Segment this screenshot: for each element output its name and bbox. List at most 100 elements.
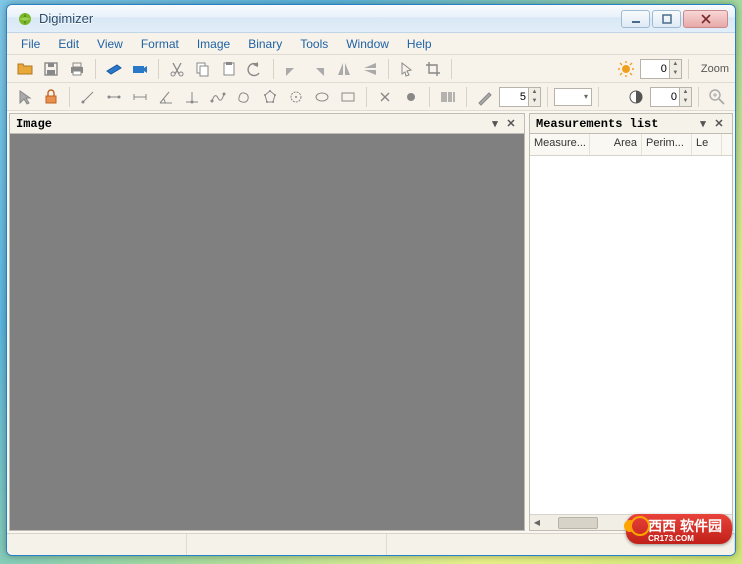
lock-button[interactable] [39,85,63,109]
line-width-spinner[interactable]: 5 ▲▼ [499,87,541,107]
spin-up-icon[interactable]: ▲ [670,60,681,69]
col-length[interactable]: Le [692,134,722,155]
col-perimeter[interactable]: Perim... [642,134,692,155]
marker-x-tool[interactable] [373,85,397,109]
menu-tools[interactable]: Tools [292,35,336,53]
separator [688,59,689,79]
watermark-url: CR173.COM [648,535,722,542]
separator [547,87,548,107]
contrast-icon [624,85,648,109]
copy-button[interactable] [191,57,215,81]
status-cell-1 [7,534,187,555]
col-measure[interactable]: Measure... [530,134,590,155]
separator [429,87,430,107]
image-canvas[interactable] [10,134,524,530]
app-title: Digimizer [39,11,621,26]
separator [698,87,699,107]
color-picker[interactable] [554,88,592,106]
watermark-text: 西西 软件园 [648,518,722,534]
spin-up-icon[interactable]: ▲ [529,88,540,97]
print-button[interactable] [65,57,89,81]
barcode-tool[interactable] [436,85,460,109]
window-controls [621,10,728,28]
panel-dropdown-icon[interactable]: ▾ [488,117,502,131]
undo-button[interactable] [243,57,267,81]
content-area: Image ▾ ✕ Measurements list ▾ ✕ Measure.… [7,111,735,533]
close-button[interactable] [683,10,728,28]
menu-edit[interactable]: Edit [50,35,87,53]
panel-dropdown-icon[interactable]: ▾ [696,117,710,131]
spin-down-icon[interactable]: ▼ [529,97,540,106]
spin-down-icon[interactable]: ▼ [680,97,691,106]
paste-button[interactable] [217,57,241,81]
scroll-thumb[interactable] [558,517,598,529]
camera-button[interactable] [128,57,152,81]
col-area[interactable]: Area [590,134,642,155]
circle-center-tool[interactable] [284,85,308,109]
separator [366,87,367,107]
marker-dot-tool[interactable] [399,85,423,109]
flip-horizontal-button[interactable] [332,57,356,81]
contrast-spinner[interactable]: 0 ▲▼ [650,87,692,107]
menu-help[interactable]: Help [399,35,440,53]
polygon-tool[interactable] [258,85,282,109]
save-button[interactable] [39,57,63,81]
menu-view[interactable]: View [89,35,131,53]
watermark: 西西 软件园 CR173.COM [626,514,732,544]
separator [69,87,70,107]
panel-close-icon[interactable]: ✕ [712,117,726,131]
contrast-value: 0 [651,91,679,103]
rotate-right-button[interactable] [306,57,330,81]
menu-binary[interactable]: Binary [240,35,290,53]
app-window: Digimizer File Edit View Format Image Bi… [6,4,736,556]
maximize-button[interactable] [652,10,681,28]
toolbar-measure: 5 ▲▼ 0 ▲▼ [7,83,735,111]
open-button[interactable] [13,57,37,81]
minimize-button[interactable] [621,10,650,28]
separator [451,59,452,79]
measurements-rows[interactable] [530,156,732,514]
closed-path-tool[interactable] [232,85,256,109]
flip-vertical-button[interactable] [358,57,382,81]
image-panel-header: Image ▾ ✕ [10,114,524,134]
crop-button[interactable] [421,57,445,81]
scanner-button[interactable] [102,57,126,81]
app-icon [17,11,33,27]
zoom-in-button[interactable] [705,85,729,109]
menu-image[interactable]: Image [189,35,238,53]
path-tool[interactable] [206,85,230,109]
rectangle-tool[interactable] [336,85,360,109]
menu-file[interactable]: File [13,35,48,53]
separator [273,59,274,79]
menu-window[interactable]: Window [338,35,397,53]
unit-tool[interactable] [76,85,100,109]
angle-tool[interactable] [154,85,178,109]
brightness-spinner[interactable]: 0 ▲▼ [640,59,682,79]
rotate-left-button[interactable] [280,57,304,81]
select-tool[interactable] [13,85,37,109]
scroll-left-icon[interactable]: ◀ [530,516,544,530]
menu-format[interactable]: Format [133,35,187,53]
brightness-icon [614,57,638,81]
pen-tool[interactable] [473,85,497,109]
zoom-label: Zoom [701,63,729,75]
measurements-columns: Measure... Area Perim... Le [530,134,732,156]
spin-up-icon[interactable]: ▲ [680,88,691,97]
titlebar: Digimizer [7,5,735,33]
spin-down-icon[interactable]: ▼ [670,69,681,78]
distance-tool[interactable] [128,85,152,109]
separator [95,59,96,79]
measurements-panel: Measurements list ▾ ✕ Measure... Area Pe… [529,113,733,531]
separator [158,59,159,79]
image-panel: Image ▾ ✕ [9,113,525,531]
line-width-value: 5 [500,91,528,103]
separator [466,87,467,107]
ellipse-tool[interactable] [310,85,334,109]
line-tool[interactable] [102,85,126,109]
cut-button[interactable] [165,57,189,81]
separator [388,59,389,79]
pointer-tool-button[interactable] [395,57,419,81]
perpendicular-tool[interactable] [180,85,204,109]
image-panel-title: Image [16,117,486,131]
panel-close-icon[interactable]: ✕ [504,117,518,131]
